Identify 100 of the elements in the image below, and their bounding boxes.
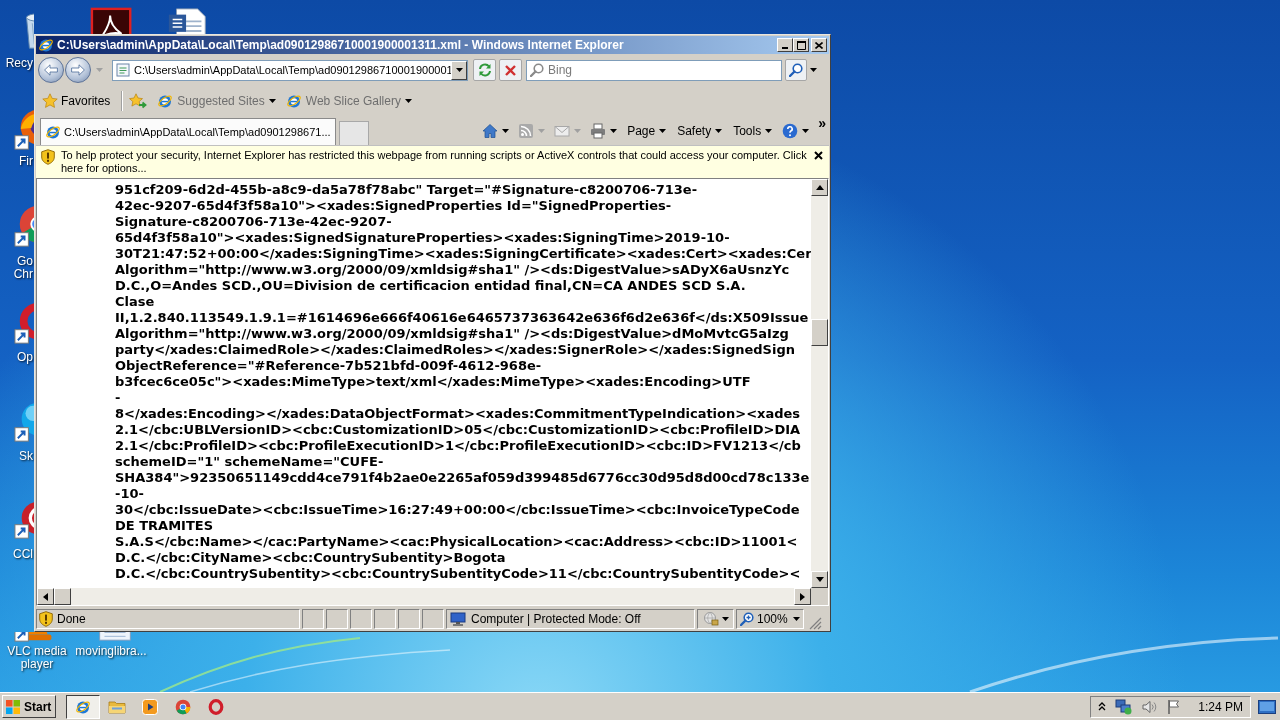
xml-text-line: SHA384">92350651149cdd4ce791f4b2ae0e2265af059d399485d6776cc30d95d8d00cd78c133e [115,470,810,486]
close-icon [814,151,823,160]
close-info-bar-button[interactable] [813,150,824,161]
desktop-preview-icon [1258,699,1276,714]
xml-text-line: 30</cbc:IssueDate><cbc:IssueTime>16:27:49+00:00</cbc:IssueTime><cbc:InvoiceTypeCode [115,502,800,518]
xml-text-line: -10- [115,486,144,502]
caret-icon [404,98,412,103]
caret-icon [802,129,810,133]
help-button[interactable] [781,123,811,139]
refresh-button[interactable] [473,59,496,81]
network-icon[interactable] [1115,698,1134,715]
close-icon [815,41,823,49]
browser-icon [157,92,174,109]
vertical-scrollbar[interactable] [811,179,828,588]
desktop-icon-label[interactable]: Sk [0,450,33,463]
scroll-up-button[interactable] [811,179,828,196]
back-button[interactable] [38,57,64,83]
tab[interactable]: C:\Users\admin\AppData\Local\Temp\ad0901298671... [40,118,336,145]
taskbar-button[interactable] [66,694,101,719]
search-icon [530,62,544,77]
caret-icon [268,98,276,103]
xml-text-line: 951cf209-6d2d-455b-a8c9-da5a78f78abc" Target="#Signature-c8200706-713e- [115,182,698,198]
search-button[interactable] [785,59,807,81]
start-button[interactable]: Start [2,695,57,718]
menu-button[interactable]: Page [625,122,669,140]
browser-icon [45,124,61,140]
caret-icon [96,68,103,72]
search-field[interactable]: Bing [526,59,782,81]
status-text: Done [57,611,86,628]
maximize-icon [796,40,806,50]
xml-text-line: 30T21:47:52+00:00</xades:SigningTime><xades:SigningCertificate><xades:Cert><xades:Cer [115,246,811,262]
info-bar-message[interactable]: To help protect your security, Internet Explorer has restricted this webpage from running scripts or ActiveX controls that could access your computer. Click here for options... [61,149,809,175]
desktop-icon-label[interactable]: Recy [0,57,33,70]
flag-icon[interactable] [1167,698,1182,715]
xml-text-line: party</xades:ClaimedRole></xades:ClaimedRoles></xades:SignerRole></xades:SignedSign [115,342,795,358]
scroll-thumb[interactable] [811,319,828,346]
forward-arrow-icon [71,64,85,76]
xml-text-line: Algorithm="http://www.w3.org/2000/09/xmldsig#sha1" /><ds:DigestValue>dMoMvtcG5aIzg [115,326,789,342]
scroll-down-button[interactable] [811,571,828,588]
status-pane [422,609,444,629]
left-arrow-icon [43,592,48,601]
desktop-icon-label[interactable]: Go Chr [11,255,33,281]
zoom-button[interactable]: 100% [736,609,804,629]
info-bar[interactable]: To help protect your security, Internet Explorer has restricted this webpage from running scripts or ActiveX controls that could access your computer. Click here for options... [36,145,829,178]
star-icon [42,92,58,109]
home-icon [482,123,499,139]
desktop-icon-label[interactable]: Op [0,351,33,364]
protected-mode-button[interactable] [697,609,734,629]
show-hidden-icons-button[interactable] [1098,702,1107,711]
xml-text-line: D.C.</cbc:CountrySubentity><cbc:CountrySubentityCode>11</cbc:CountrySubentityCode>< [115,566,801,582]
address-dropdown-button[interactable] [451,60,467,80]
xml-text-line: 8</xades:Encoding></xades:DataObjectFormat><xades:CommitmentTypeIndication><xades [115,406,801,422]
right-arrow-icon [800,592,805,601]
globe-lock-icon [702,611,719,627]
home-button[interactable] [481,123,511,139]
caret-icon [502,129,510,133]
browser-icon [285,92,302,109]
maximize-button[interactable] [793,38,809,52]
scroll-right-button[interactable] [794,588,811,605]
scroll-thumb[interactable] [54,588,71,605]
stop-button[interactable] [499,59,522,81]
browser-icon [75,698,92,715]
favorites-button[interactable]: Favorites [40,91,113,110]
scroll-left-button[interactable] [37,588,54,605]
print-button[interactable] [589,123,619,139]
xml-text-line: D.C.</cbc:CityName><cbc:CountrySubentity>Bogota [115,550,506,566]
speaker-icon[interactable] [1142,698,1159,715]
xml-text-line: b3fcec6ce05c"><xades:MimeType>text/xml</xades:MimeType><xades:Encoding>UTF [115,374,751,390]
stop-x-icon [505,64,516,76]
caret-icon [574,129,582,133]
round-logo-icon [174,698,191,715]
computer-icon [450,611,466,627]
shield-warning-icon [41,149,55,165]
zoom-icon [740,612,754,626]
menu-button[interactable]: Safety [675,122,725,140]
caret-icon [610,129,618,133]
shield-warning-icon [39,611,53,627]
more-commands-button[interactable]: » [818,116,826,130]
favorites-link[interactable]: Suggested Sites [155,91,278,110]
clock[interactable]: 1:24 PM [1198,697,1243,716]
window-title: C:\Users\admin\AppData\Local\Temp\ad09012986710001900001311.xml - Windows Internet Explorer [57,39,624,51]
forward-button[interactable] [65,57,91,83]
folder-icon [107,698,126,715]
menu-button[interactable]: Tools [731,122,775,140]
desktop-icon-label[interactable]: Fir [0,155,33,168]
resize-grip-icon [808,616,822,630]
minimize-button[interactable] [777,38,793,52]
app-icon[interactable] [90,6,134,34]
refresh-arrows-icon [477,63,492,77]
back-arrow-icon [44,64,58,76]
close-button[interactable] [811,38,827,52]
feed-icon [518,123,535,139]
chevron-up-icon [1098,702,1107,711]
horizontal-scrollbar[interactable] [37,588,811,605]
xml-text-line: 2.1</cbc:UBLVersionID><cbc:CustomizationID>05</cbc:CustomizationID><cbc:ProfileID>DIA [115,422,801,438]
xml-text-line: 42ec-9207-65d4f3f58a10"><xades:SignedProperties Id="SignedProperties- [115,198,672,214]
envelope-icon [554,123,571,139]
up-arrow-icon [815,185,824,190]
down-arrow-icon [815,577,824,582]
xml-text-line: DE TRAMITES [115,518,214,534]
